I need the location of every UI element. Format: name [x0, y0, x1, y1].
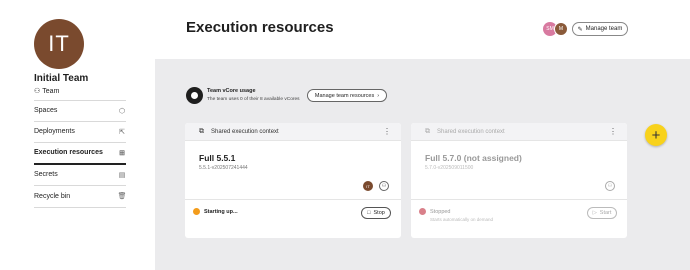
team-name: Initial Team: [34, 73, 89, 84]
owner-avatar: IT: [363, 181, 373, 191]
status-indicator: [419, 208, 426, 215]
sidebar-item-label: Recycle bin: [34, 192, 71, 200]
manage-team-resources-button[interactable]: Manage team resources ›: [307, 89, 387, 102]
card-header: ⧉ Shared execution context: [411, 123, 627, 141]
deployments-icon: ⇱: [119, 128, 125, 136]
card-title: Full 5.7.0 (not assigned): [425, 153, 522, 163]
app-root: IT Initial Team ⚇ Team Spaces ⬡ Deployme…: [0, 0, 690, 270]
sidebar-item-secrets[interactable]: Secrets ▤: [34, 165, 126, 186]
sidebar-item-spaces[interactable]: Spaces ⬡: [34, 100, 126, 122]
usage-title: Team vCore usage: [207, 88, 256, 94]
share-icon[interactable]: ⚇: [379, 181, 389, 191]
sidebar-item-execution-resources[interactable]: Execution resources ⊞: [34, 143, 126, 165]
trash-icon: 🗑: [117, 193, 127, 201]
sidebar-item-label: Spaces: [34, 107, 58, 115]
sidebar-item-label: Execution resources: [34, 149, 103, 157]
card-divider: [185, 199, 401, 200]
sidebar-item-recycle-bin[interactable]: Recycle bin 🗑: [34, 186, 126, 208]
add-execution-context-button[interactable]: +: [645, 124, 667, 146]
team-subtitle: ⚇ Team: [34, 87, 60, 96]
more-options-icon[interactable]: ⋮: [383, 127, 391, 136]
manage-team-label: Manage team: [585, 26, 623, 32]
start-label: Start: [599, 210, 612, 216]
sidebar-item-deployments[interactable]: Deployments ⇱: [34, 122, 126, 143]
status-indicator: [193, 208, 200, 215]
stop-label: Stop: [373, 210, 385, 216]
card-header-label: Shared execution context: [437, 128, 505, 135]
manage-resources-label: Manage team resources: [314, 92, 375, 99]
status-subtext: Starts automatically on demand: [430, 217, 494, 222]
more-options-icon[interactable]: ⋮: [609, 127, 617, 136]
status-text: Stopped: [430, 209, 451, 215]
member-avatar[interactable]: M: [554, 22, 568, 36]
sidebar-item-label: Secrets: [34, 171, 58, 179]
team-subtitle-label: Team: [42, 87, 60, 95]
plus-icon: +: [651, 126, 661, 144]
pencil-icon: ✎: [577, 26, 583, 33]
execution-resources-icon: ⊞: [119, 149, 125, 157]
team-avatar: IT: [34, 19, 84, 69]
shared-context-icon: ⧉: [199, 127, 204, 135]
page-title: Execution resources: [186, 19, 334, 36]
chevron-right-icon: ›: [377, 92, 380, 99]
card-version: 5.5.1-v202507241444: [199, 165, 248, 171]
sidebar: IT Initial Team ⚇ Team Spaces ⬡ Deployme…: [0, 0, 155, 270]
shared-context-icon: ⧉: [425, 127, 430, 135]
start-button[interactable]: ▷ Start: [587, 207, 617, 219]
card-version: 5.7.0-v202509011500: [425, 165, 474, 171]
manage-team-button[interactable]: ✎ Manage team: [572, 22, 628, 36]
share-icon[interactable]: ⚇: [605, 181, 615, 191]
usage-subtitle: The team uses 0 of their 8 available vCo…: [207, 97, 300, 102]
stop-icon: □: [367, 210, 371, 216]
vcore-usage-icon: [186, 87, 203, 104]
spaces-icon: ⬡: [118, 107, 126, 115]
team-icon: ⚇: [34, 88, 41, 95]
play-icon: ▷: [592, 210, 597, 216]
execution-context-card: ⧉ Shared execution context ⋮ Full 5.5.1 …: [185, 123, 401, 238]
card-divider: [411, 199, 627, 200]
stop-button[interactable]: □ Stop: [361, 207, 391, 219]
card-header: ⧉ Shared execution context: [185, 123, 401, 141]
sidebar-nav: Spaces ⬡ Deployments ⇱ Execution resourc…: [34, 100, 126, 208]
card-title: Full 5.5.1: [199, 153, 236, 163]
card-header-label: Shared execution context: [211, 128, 279, 135]
status-text: Starting up...: [204, 209, 238, 215]
secrets-icon: ▤: [118, 171, 126, 179]
sidebar-item-label: Deployments: [34, 128, 75, 136]
execution-context-card: ⧉ Shared execution context ⋮ Full 5.7.0 …: [411, 123, 627, 238]
